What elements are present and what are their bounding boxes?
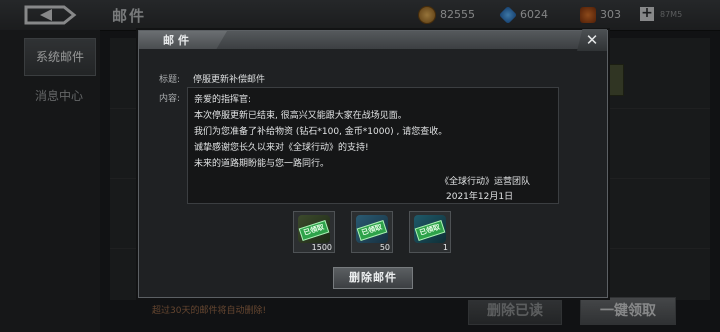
modal-title: 邮件 [163,34,193,47]
reward-item[interactable]: 已领取 1 [409,211,451,253]
delete-mail-button[interactable]: 删除邮件 [333,267,413,289]
content-line: 本次停服更新已结束, 很高兴又能跟大家在战场见面。 [194,111,407,121]
mail-detail-modal: 邮件 ✕ 标题: 停服更新补偿邮件 内容: 亲爱的指挥官: 本次停服更新已结束,… [138,29,608,298]
content-label: 内容: [159,94,181,104]
item-quantity: 1 [442,243,448,252]
reward-item[interactable]: 已领取 1500 [293,211,335,253]
modal-header: 邮件 [139,31,607,49]
mail-subject: 停服更新补偿邮件 [193,75,266,85]
item-quantity: 50 [379,243,390,252]
content-line: 我们为您准备了补给物资 (钻石*100, 金币*1000) , 请您查收。 [194,127,448,137]
subject-label: 标题: [159,75,181,85]
item-quantity: 1500 [311,243,332,252]
mail-content-box: 亲爱的指挥官: 本次停服更新已结束, 很高兴又能跟大家在战场见面。 我们为您准备… [187,87,559,204]
content-line: 未来的道路期盼能与您一路同行。 [194,159,330,169]
mail-date: 2021年12月1日 [446,192,514,202]
reward-item[interactable]: 已领取 50 [351,211,393,253]
content-line: 亲爱的指挥官: [194,95,252,105]
mail-signature: 《全球行动》运营团队 [440,177,531,187]
content-line: 诚挚感谢您长久以来对《全球行动》的支持! [194,143,369,153]
